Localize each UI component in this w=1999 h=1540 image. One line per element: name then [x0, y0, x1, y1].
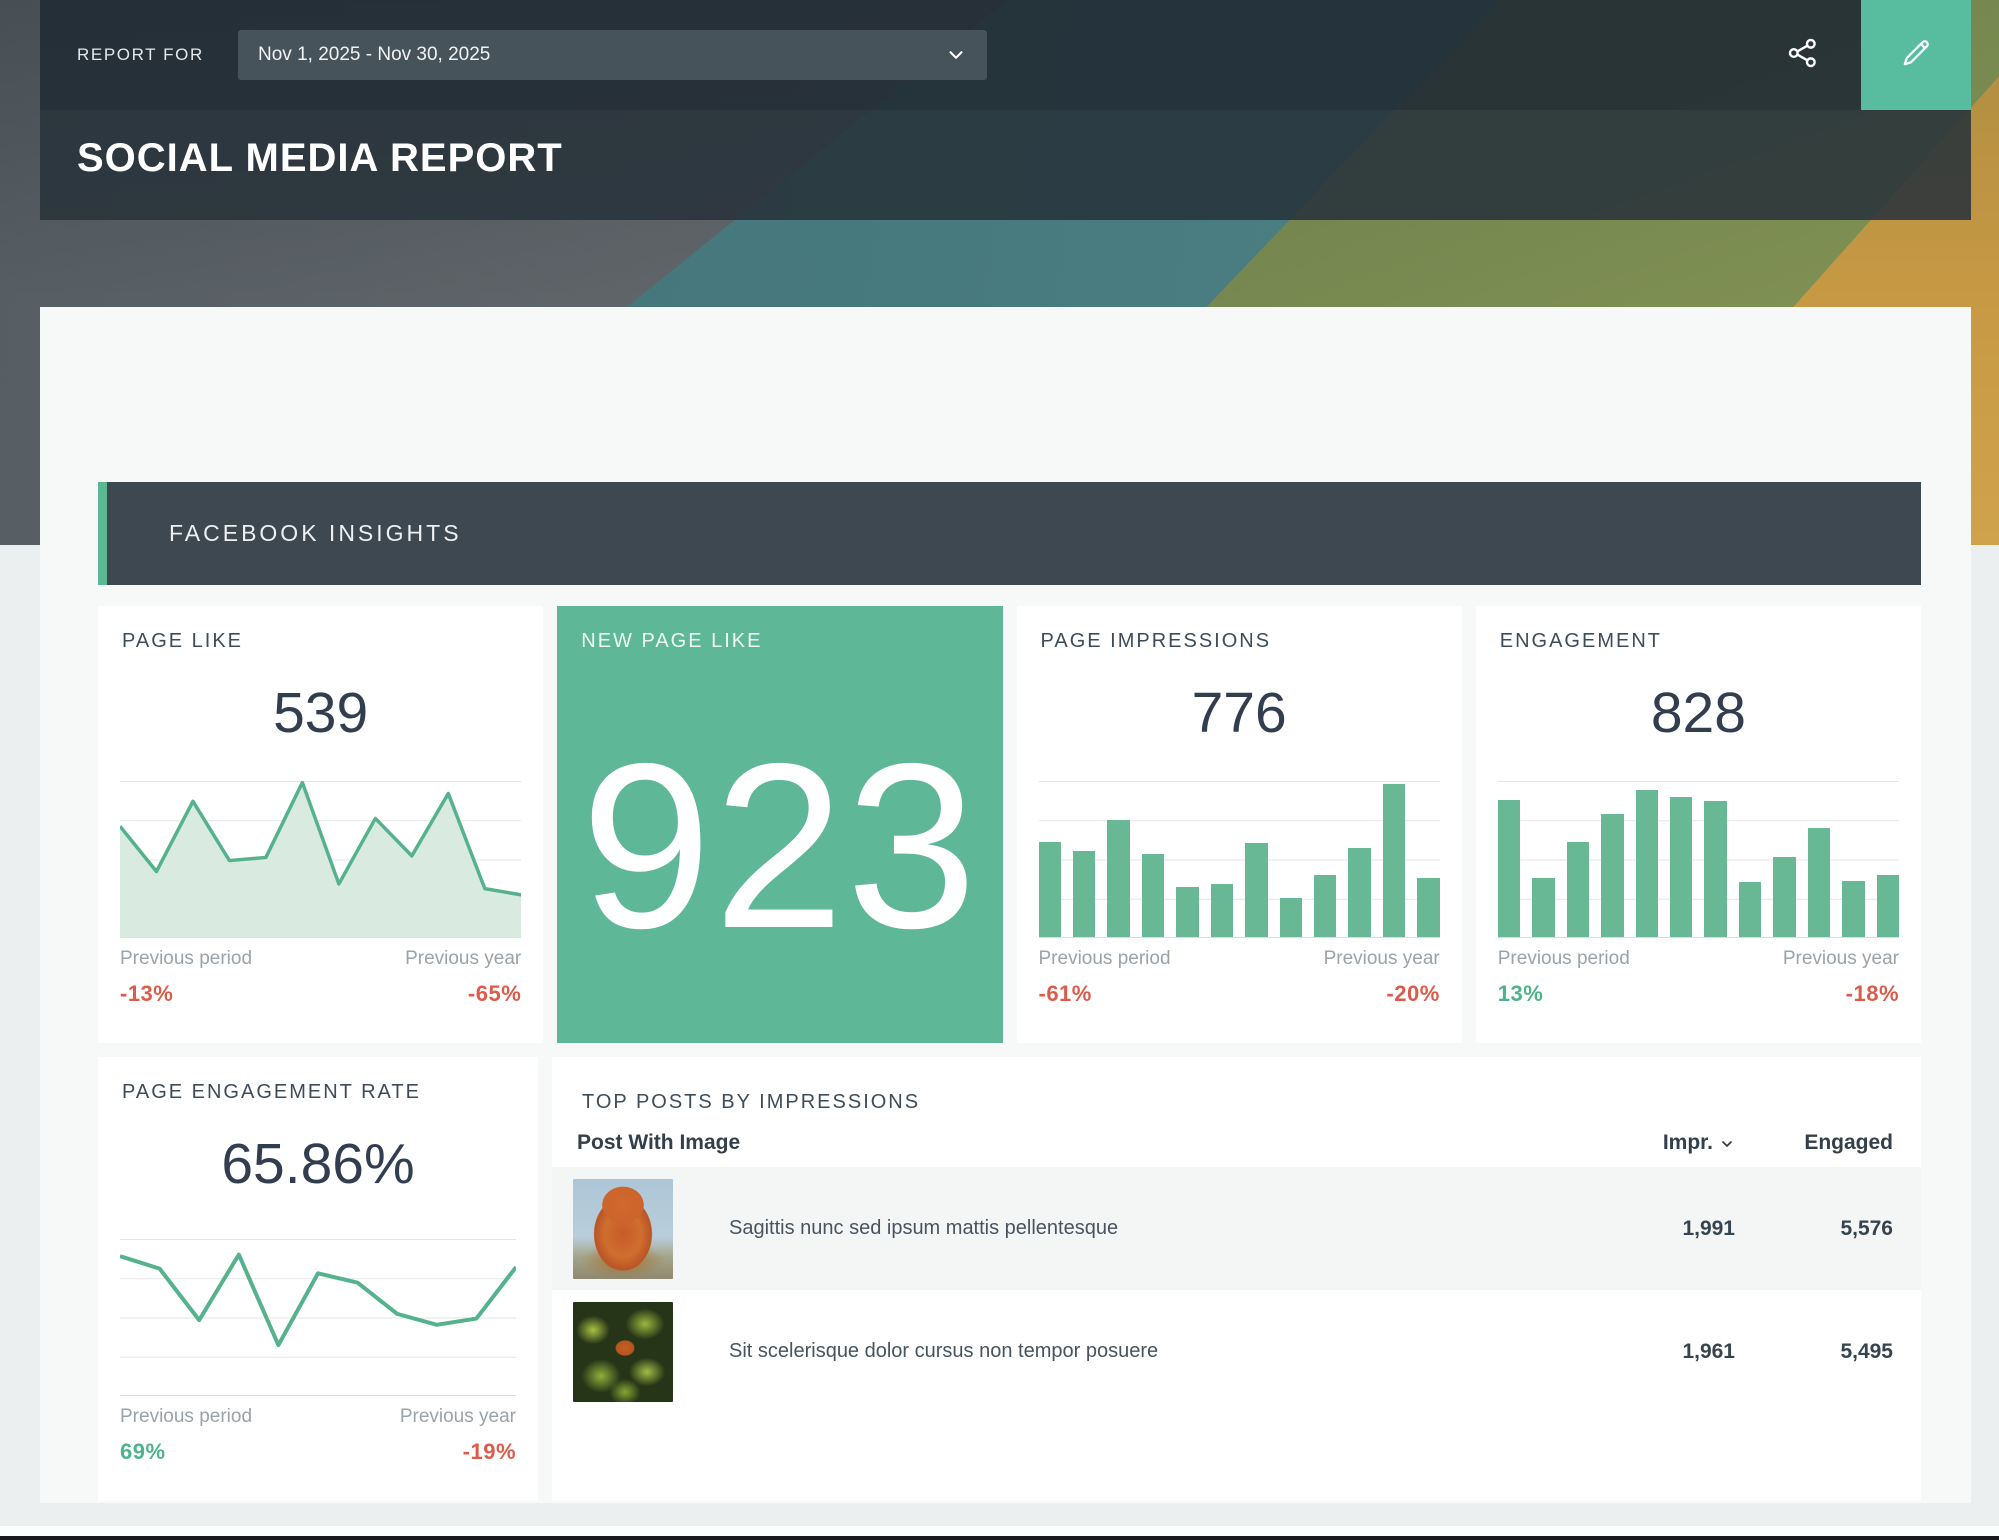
bar	[1773, 857, 1795, 937]
top-posts-card: TOP POSTS BY IMPRESSIONS Post With Image…	[552, 1057, 1921, 1501]
previous-period-label: Previous period	[1498, 948, 1630, 970]
bar	[1142, 854, 1164, 937]
chevron-down-icon	[945, 44, 967, 66]
report-panel: FACEBOOK INSIGHTS PAGE LIKE 539 Previous…	[40, 307, 1971, 1503]
previous-year-change: -65%	[468, 981, 521, 1007]
social-media-report-page: REPORT FOR Nov 1, 2025 - Nov 30, 2025 SO…	[0, 0, 1999, 1540]
bottom-row: PAGE ENGAGEMENT RATE 65.86% Previous per…	[98, 1057, 1921, 1501]
page-impressions-card: PAGE IMPRESSIONS 776 Previous period Pre…	[1017, 606, 1462, 1043]
bar	[1670, 797, 1692, 937]
previous-year-change: -19%	[463, 1439, 516, 1465]
section-title: FACEBOOK INSIGHTS	[169, 520, 462, 547]
metrics-row: PAGE LIKE 539 Previous period Previous y…	[98, 606, 1921, 1043]
bar	[1739, 882, 1761, 937]
previous-period-label: Previous period	[120, 948, 252, 970]
post-text: Sit scelerisque dolor cursus non tempor …	[729, 1340, 1595, 1363]
page-title: SOCIAL MEDIA REPORT	[77, 136, 563, 181]
window-bottom-strip	[0, 1526, 1999, 1536]
bar	[1211, 884, 1233, 937]
page-engagement-rate-line-chart	[120, 1239, 516, 1396]
card-title: PAGE ENGAGEMENT RATE	[122, 1081, 421, 1104]
engagement-card: ENGAGEMENT 828 Previous period Previous …	[1476, 606, 1921, 1043]
previous-period-change: -13%	[120, 981, 173, 1007]
autumn-tree-image	[573, 1179, 673, 1279]
previous-year-label: Previous year	[1783, 948, 1899, 970]
impressions-value: 1,961	[1595, 1340, 1735, 1364]
previous-year-label: Previous year	[400, 1406, 516, 1428]
card-title: ENGAGEMENT	[1500, 630, 1662, 653]
bar	[1498, 800, 1520, 937]
share-icon	[1786, 36, 1820, 75]
pencil-icon	[1898, 35, 1934, 76]
table-row[interactable]: Sagittis nunc sed ipsum mattis pellentes…	[552, 1167, 1921, 1290]
page-like-area-chart	[120, 781, 521, 938]
previous-period-label: Previous period	[120, 1406, 252, 1428]
page-impressions-bar-chart	[1039, 781, 1440, 938]
bar	[1877, 875, 1899, 937]
new-page-like-card: NEW PAGE LIKE 923	[557, 606, 1002, 1043]
date-range-value: Nov 1, 2025 - Nov 30, 2025	[258, 44, 490, 66]
impressions-column-header: Impr.	[1663, 1131, 1713, 1155]
previous-year-change: -18%	[1846, 981, 1899, 1007]
engagement-bar-chart	[1498, 781, 1899, 938]
engaged-value: 5,495	[1735, 1340, 1893, 1364]
previous-period-change: 69%	[120, 1439, 166, 1465]
engaged-column-header[interactable]: Engaged	[1804, 1131, 1893, 1155]
previous-period-change: 13%	[1498, 981, 1544, 1007]
bar	[1704, 801, 1726, 937]
top-posts-title: TOP POSTS BY IMPRESSIONS	[582, 1091, 920, 1114]
bar	[1314, 875, 1336, 937]
bar	[1348, 848, 1370, 937]
engaged-value: 5,576	[1735, 1217, 1893, 1241]
bar	[1245, 843, 1267, 937]
previous-year-label: Previous year	[405, 948, 521, 970]
card-value: 828	[1476, 680, 1921, 746]
impressions-value: 1,991	[1595, 1217, 1735, 1241]
bar	[1280, 898, 1302, 937]
card-value: 923	[557, 606, 1002, 1043]
card-value: 65.86%	[98, 1131, 538, 1197]
bar	[1842, 881, 1864, 937]
bar	[1107, 820, 1129, 937]
bar	[1417, 878, 1439, 937]
edit-report-button[interactable]	[1861, 0, 1971, 110]
impressions-sort-header[interactable]: Impr.	[1663, 1131, 1735, 1155]
card-value: 539	[98, 680, 543, 746]
previous-year-label: Previous year	[1324, 948, 1440, 970]
card-title: PAGE IMPRESSIONS	[1041, 630, 1272, 653]
bar	[1532, 878, 1554, 937]
top-posts-table-header: Post With Image Impr. Engaged	[577, 1129, 1893, 1161]
card-title: PAGE LIKE	[122, 630, 243, 653]
chevron-down-icon	[1719, 1136, 1735, 1152]
previous-period-change: -61%	[1039, 981, 1092, 1007]
bar	[1073, 851, 1095, 937]
bar	[1039, 842, 1061, 937]
bar	[1567, 842, 1589, 937]
page-like-card: PAGE LIKE 539 Previous period Previous y…	[98, 606, 543, 1043]
window-edge	[0, 1536, 1999, 1540]
top-posts-rows: Sagittis nunc sed ipsum mattis pellentes…	[552, 1167, 1921, 1413]
previous-year-change: -20%	[1386, 981, 1439, 1007]
table-row[interactable]: Sit scelerisque dolor cursus non tempor …	[552, 1290, 1921, 1413]
report-for-label: REPORT FOR	[77, 45, 204, 65]
post-text: Sagittis nunc sed ipsum mattis pellentes…	[729, 1217, 1595, 1240]
date-range-dropdown[interactable]: Nov 1, 2025 - Nov 30, 2025	[238, 30, 987, 80]
facebook-insights-section-header: FACEBOOK INSIGHTS	[98, 482, 1921, 585]
previous-period-label: Previous period	[1039, 948, 1171, 970]
card-value: 776	[1017, 680, 1462, 746]
page-engagement-rate-card: PAGE ENGAGEMENT RATE 65.86% Previous per…	[98, 1057, 538, 1501]
bar	[1176, 887, 1198, 937]
bar	[1636, 790, 1658, 937]
post-column-header: Post With Image	[577, 1131, 740, 1155]
bar	[1383, 784, 1405, 937]
bar	[1601, 814, 1623, 937]
share-button[interactable]	[1780, 32, 1826, 78]
maple-leaves-image	[573, 1302, 673, 1402]
bar	[1808, 828, 1830, 937]
